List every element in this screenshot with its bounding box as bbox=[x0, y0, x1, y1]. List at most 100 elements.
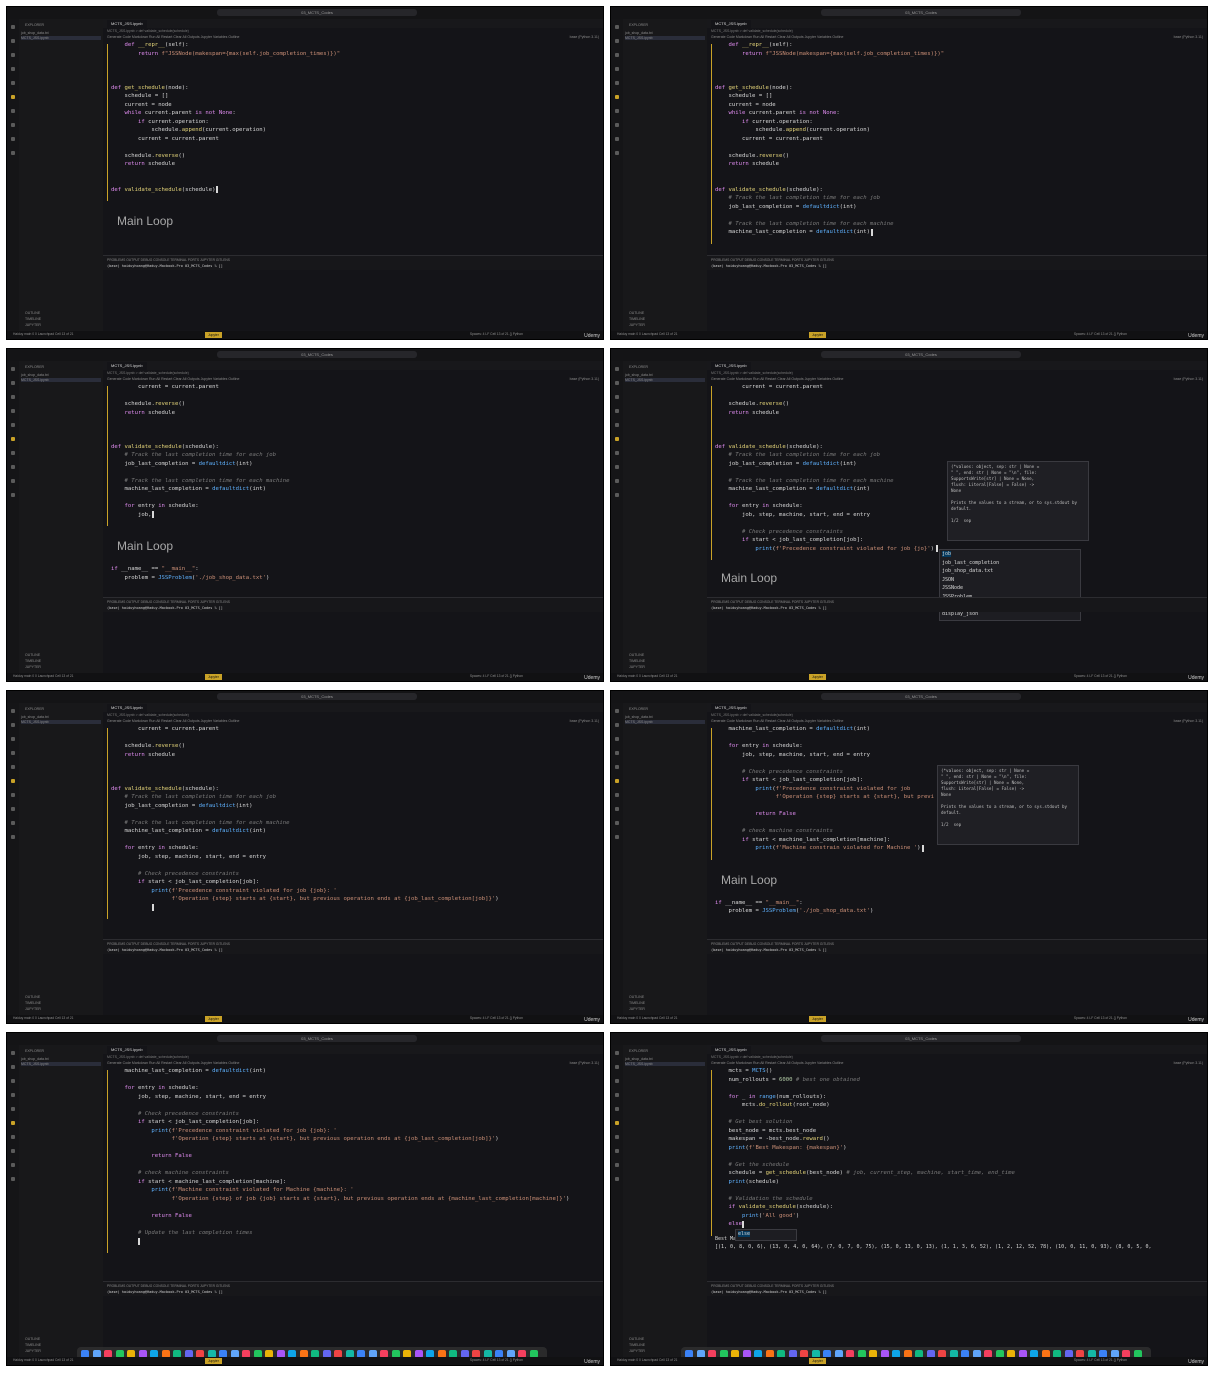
status-jupyter-badge[interactable]: Jupyter bbox=[205, 332, 222, 338]
panel-tabs[interactable]: PROBLEMS OUTPUT DEBUG CONSOLE TERMINAL P… bbox=[711, 600, 834, 604]
status-jupyter-badge[interactable]: Jupyter bbox=[205, 1358, 222, 1364]
suggestion-item[interactable]: job bbox=[942, 551, 952, 557]
account-icon[interactable] bbox=[615, 479, 619, 483]
tab-mcts-jss[interactable]: MCTS_JSS.ipynb bbox=[107, 362, 147, 370]
command-center-search[interactable]: 03_MCTS_Codes bbox=[217, 351, 417, 358]
suggestion-item[interactable]: JSON bbox=[942, 577, 954, 583]
explorer-file-item[interactable]: job_shop_data.txt bbox=[625, 31, 705, 35]
panel-tabs[interactable]: PROBLEMS OUTPUT DEBUG CONSOLE TERMINAL P… bbox=[107, 942, 230, 946]
code-editor[interactable]: machine_last_completion = defaultdict(in… bbox=[111, 1067, 569, 1246]
status-left[interactable]: Haiduy main 0 0 Launchpad Cell 13 of 21 bbox=[13, 1358, 73, 1362]
status-left[interactable]: Haiduy main 0 0 Launchpad Cell 13 of 21 bbox=[13, 332, 73, 336]
explorer-icon[interactable] bbox=[615, 25, 619, 29]
search-icon[interactable] bbox=[11, 1065, 15, 1069]
suggestion-item[interactable]: job_shop_data.txt bbox=[942, 568, 993, 574]
run-debug-icon[interactable] bbox=[615, 751, 619, 755]
notebook-toolbar[interactable]: Generate Code Markdown Run All Restart C… bbox=[711, 377, 843, 381]
status-jupyter-badge[interactable]: Jupyter bbox=[205, 674, 222, 680]
code-editor[interactable]: current = current.parent schedule.revers… bbox=[111, 383, 290, 519]
search-icon[interactable] bbox=[615, 39, 619, 43]
breadcrumb[interactable]: MCTS_JSS.ipynb > def validate_schedule(s… bbox=[107, 29, 189, 33]
code-editor[interactable]: def __repr__(self): return f"JSSNode(mak… bbox=[111, 41, 340, 194]
run-debug-icon[interactable] bbox=[11, 409, 15, 413]
testing-icon[interactable] bbox=[11, 109, 15, 113]
terminal-prompt[interactable]: (base) haiduyhoang@Haduy-Macbook-Pro 03_… bbox=[107, 948, 223, 952]
panel-tabs[interactable]: PROBLEMS OUTPUT DEBUG CONSOLE TERMINAL P… bbox=[107, 1284, 230, 1288]
settings-icon[interactable] bbox=[11, 1177, 15, 1181]
notebook-toolbar[interactable]: Generate Code Markdown Run All Restart C… bbox=[711, 35, 843, 39]
kernel-picker[interactable]: base (Python 3.11) bbox=[1174, 35, 1203, 39]
run-debug-icon[interactable] bbox=[11, 67, 15, 71]
account-icon[interactable] bbox=[615, 137, 619, 141]
notebook-toolbar[interactable]: Generate Code Markdown Run All Restart C… bbox=[107, 719, 239, 723]
extensions-icon[interactable] bbox=[11, 423, 15, 427]
jupyter-icon[interactable] bbox=[11, 95, 15, 99]
run-debug-icon[interactable] bbox=[615, 1093, 619, 1097]
kernel-picker[interactable]: base (Python 3.11) bbox=[1174, 377, 1203, 381]
settings-icon[interactable] bbox=[11, 835, 15, 839]
code-editor[interactable]: current = current.parent schedule.revers… bbox=[715, 383, 934, 553]
sidebar-section-2[interactable]: JUPYTER bbox=[629, 323, 645, 327]
remote-icon[interactable] bbox=[11, 123, 15, 127]
tab-mcts-jss[interactable]: MCTS_JSS.ipynb bbox=[107, 20, 147, 28]
testing-icon[interactable] bbox=[615, 451, 619, 455]
status-left[interactable]: Haiduy main 0 0 Launchpad Cell 13 of 21 bbox=[617, 332, 677, 336]
account-icon[interactable] bbox=[11, 1163, 15, 1167]
source-control-icon[interactable] bbox=[11, 395, 15, 399]
explorer-icon[interactable] bbox=[615, 1051, 619, 1055]
explorer-file-item[interactable]: MCTS_JSS.ipynb bbox=[625, 378, 705, 382]
settings-icon[interactable] bbox=[11, 151, 15, 155]
jupyter-icon[interactable] bbox=[11, 1121, 15, 1125]
notebook-toolbar[interactable]: Generate Code Markdown Run All Restart C… bbox=[711, 1061, 843, 1065]
sidebar-section-0[interactable]: OUTLINE bbox=[629, 1337, 644, 1341]
testing-icon[interactable] bbox=[11, 451, 15, 455]
jupyter-icon[interactable] bbox=[615, 1121, 619, 1125]
explorer-file-item[interactable]: MCTS_JSS.ipynb bbox=[625, 1062, 705, 1066]
sidebar-section-2[interactable]: JUPYTER bbox=[25, 1349, 41, 1353]
run-debug-icon[interactable] bbox=[11, 751, 15, 755]
breadcrumb[interactable]: MCTS_JSS.ipynb > def validate_schedule(s… bbox=[711, 371, 793, 375]
sidebar-section-1[interactable]: TIMELINE bbox=[629, 659, 645, 663]
explorer-icon[interactable] bbox=[615, 367, 619, 371]
command-center-search[interactable]: 03_MCTS_Codes bbox=[217, 1035, 417, 1042]
jupyter-icon[interactable] bbox=[615, 95, 619, 99]
status-right[interactable]: Spaces: 4 LF Cell 13 of 21 {} Python bbox=[470, 674, 523, 678]
tab-mcts-jss[interactable]: MCTS_JSS.ipynb bbox=[107, 704, 147, 712]
source-control-icon[interactable] bbox=[11, 737, 15, 741]
testing-icon[interactable] bbox=[11, 1135, 15, 1139]
extensions-icon[interactable] bbox=[11, 765, 15, 769]
terminal-prompt[interactable]: (base) haiduyhoang@Haduy-Macbook-Pro 03_… bbox=[711, 948, 827, 952]
command-center-search[interactable]: 03_MCTS_Codes bbox=[821, 1035, 1021, 1042]
source-control-icon[interactable] bbox=[615, 395, 619, 399]
explorer-icon[interactable] bbox=[11, 25, 15, 29]
code-editor-next-cell[interactable]: if __name__ == "__main__": problem = JSS… bbox=[111, 565, 269, 582]
remote-icon[interactable] bbox=[11, 1149, 15, 1153]
breadcrumb[interactable]: MCTS_JSS.ipynb > def validate_schedule(s… bbox=[711, 29, 793, 33]
settings-icon[interactable] bbox=[11, 493, 15, 497]
tab-mcts-jss[interactable]: MCTS_JSS.ipynb bbox=[711, 704, 751, 712]
command-center-search[interactable]: 03_MCTS_Codes bbox=[217, 9, 417, 16]
panel-tabs[interactable]: PROBLEMS OUTPUT DEBUG CONSOLE TERMINAL P… bbox=[711, 1284, 834, 1288]
source-control-icon[interactable] bbox=[11, 1079, 15, 1083]
remote-icon[interactable] bbox=[11, 807, 15, 811]
sidebar-section-1[interactable]: TIMELINE bbox=[25, 317, 41, 321]
explorer-file-item[interactable]: job_shop_data.txt bbox=[625, 715, 705, 719]
status-right[interactable]: Spaces: 4 LF Cell 13 of 21 {} Python bbox=[470, 332, 523, 336]
status-jupyter-badge[interactable]: Jupyter bbox=[809, 1358, 826, 1364]
breadcrumb[interactable]: MCTS_JSS.ipynb > def validate_schedule(s… bbox=[107, 371, 189, 375]
terminal-prompt[interactable]: (base) haiduyhoang@Haduy-Macbook-Pro 03_… bbox=[711, 1290, 827, 1294]
sidebar-section-2[interactable]: JUPYTER bbox=[25, 665, 41, 669]
panel-tabs[interactable]: PROBLEMS OUTPUT DEBUG CONSOLE TERMINAL P… bbox=[107, 600, 230, 604]
kernel-picker[interactable]: base (Python 3.11) bbox=[570, 377, 599, 381]
explorer-file-item[interactable]: MCTS_JSS.ipynb bbox=[625, 720, 705, 724]
sidebar-section-1[interactable]: TIMELINE bbox=[629, 1001, 645, 1005]
search-icon[interactable] bbox=[615, 381, 619, 385]
explorer-file-item[interactable]: MCTS_JSS.ipynb bbox=[625, 36, 705, 40]
tab-mcts-jss[interactable]: MCTS_JSS.ipynb bbox=[711, 362, 751, 370]
breadcrumb[interactable]: MCTS_JSS.ipynb > def validate_schedule(s… bbox=[107, 1055, 189, 1059]
source-control-icon[interactable] bbox=[615, 737, 619, 741]
status-jupyter-badge[interactable]: Jupyter bbox=[809, 1016, 826, 1022]
tab-mcts-jss[interactable]: MCTS_JSS.ipynb bbox=[711, 20, 751, 28]
extensions-icon[interactable] bbox=[615, 81, 619, 85]
status-right[interactable]: Spaces: 4 LF Cell 13 of 21 {} Python bbox=[1074, 674, 1127, 678]
